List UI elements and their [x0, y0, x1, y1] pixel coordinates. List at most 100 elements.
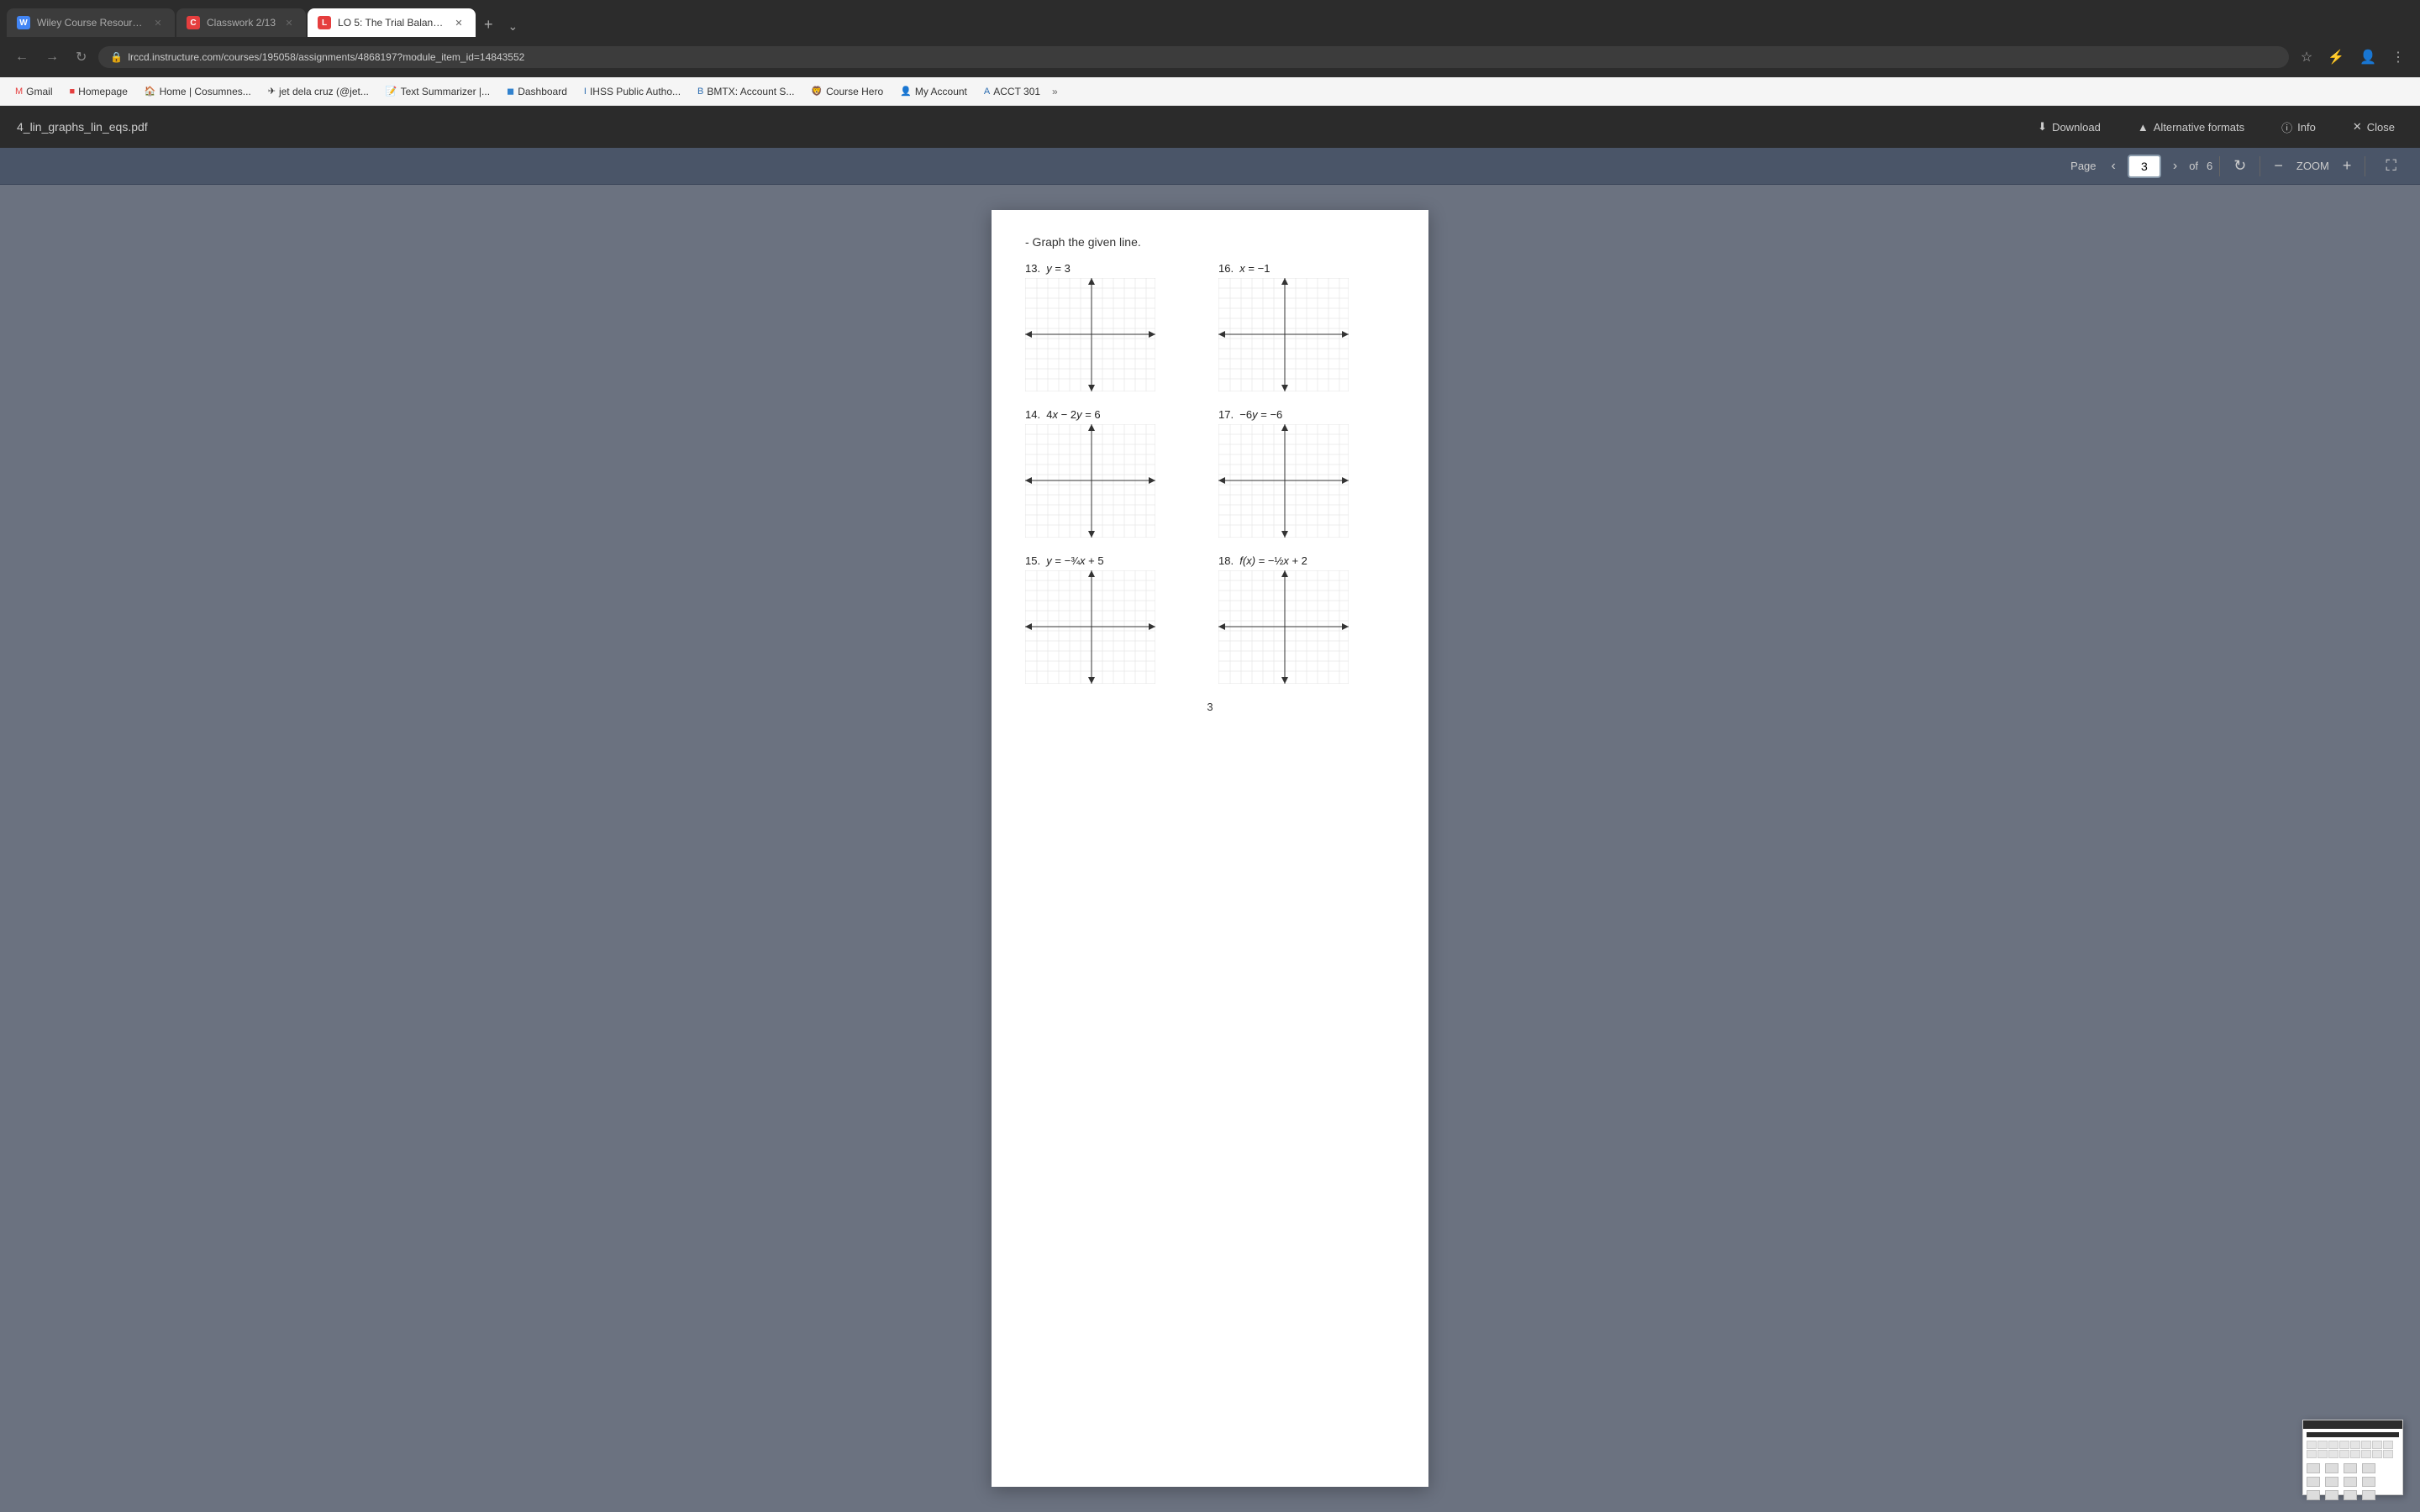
prev-page-button[interactable]: ‹ [2105, 155, 2123, 177]
rotate-button[interactable]: ↻ [2227, 154, 2253, 178]
page-label: Page [2070, 160, 2096, 172]
tab-close-classwork[interactable]: ✕ [282, 16, 296, 29]
thumbnail-body [2303, 1429, 2402, 1504]
pdf-thumbnail [2302, 1420, 2403, 1495]
graph-18 [1218, 570, 1349, 684]
close-button[interactable]: ✕ Close [2344, 115, 2403, 139]
bookmark-acct301[interactable]: A ACCT 301 [979, 84, 1045, 99]
problem-15-label: 15. y = −¾x + 5 [1025, 554, 1202, 567]
browser-actions: ☆ ⚡ 👤 ⋮ [2296, 45, 2410, 69]
bookmark-homepage[interactable]: ■ Homepage [65, 84, 133, 99]
jet-icon: ✈ [268, 86, 276, 97]
dashboard-icon: ◼ [507, 86, 514, 97]
profile-button[interactable]: 👤 [2354, 45, 2381, 69]
menu-button[interactable]: ⋮ [2386, 45, 2410, 69]
bookmark-gmail[interactable]: M Gmail [10, 84, 58, 99]
bookmark-gmail-label: Gmail [26, 86, 52, 97]
pdf-header-actions: ⬇ Download ▲ Alternative formats ⓘ Info … [2029, 114, 2403, 140]
acct301-icon: A [984, 87, 990, 97]
download-button[interactable]: ⬇ Download [2029, 115, 2109, 139]
tab-more-button[interactable]: ⌄ [502, 16, 525, 37]
tab-label-classwork: Classwork 2/13 [207, 17, 276, 29]
problem-17: 17. −6y = −6 [1218, 408, 1395, 538]
tab-wiley[interactable]: W Wiley Course Resources ✕ [7, 8, 175, 37]
bookmark-cosumnes[interactable]: 🏠 Home | Cosumnes... [139, 84, 256, 99]
summarizer-icon: 📝 [386, 86, 397, 97]
bookmark-ihss-label: IHSS Public Autho... [590, 86, 681, 97]
problem-18-label: 18. f(x) = −½x + 2 [1218, 554, 1395, 567]
tab-close-lo5[interactable]: ✕ [452, 16, 466, 29]
close-label: Close [2367, 121, 2395, 134]
alt-formats-label: Alternative formats [2154, 121, 2244, 134]
bookmark-myaccount[interactable]: 👤 My Account [895, 84, 972, 99]
bookmark-jet-label: jet dela cruz (@jet... [279, 86, 369, 97]
download-label: Download [2052, 121, 2101, 134]
reload-button[interactable]: ↻ [71, 45, 92, 69]
tab-favicon-lo5: L [318, 16, 331, 29]
tab-close-wiley[interactable]: ✕ [151, 16, 165, 29]
bookmark-cosumnes-label: Home | Cosumnes... [160, 86, 251, 97]
thumbnail-header [2303, 1420, 2402, 1429]
pdf-header: 4_lin_graphs_lin_eqs.pdf ⬇ Download ▲ Al… [0, 106, 2420, 148]
download-icon: ⬇ [2038, 120, 2047, 134]
bookmark-summarizer-label: Text Summarizer |... [401, 86, 490, 97]
close-icon: ✕ [2353, 120, 2362, 134]
info-icon: ⓘ [2281, 119, 2292, 135]
info-label: Info [2297, 121, 2316, 134]
page-number-input[interactable] [2128, 155, 2161, 178]
address-bar[interactable]: 🔒 lrccd.instructure.com/courses/195058/a… [98, 46, 2288, 68]
bookmark-ihss[interactable]: I IHSS Public Autho... [579, 84, 686, 99]
pdf-toolbar: Page ‹ › of 6 ↻ − ZOOM + ⛶ [0, 148, 2420, 185]
bookmarks-overflow[interactable]: » [1052, 86, 1058, 97]
bookmarks-bar: M Gmail ■ Homepage 🏠 Home | Cosumnes... … [0, 77, 2420, 106]
bookmark-coursehero-label: Course Hero [826, 86, 883, 97]
address-text: lrccd.instructure.com/courses/195058/ass… [128, 51, 524, 63]
zoom-in-button[interactable]: + [2336, 154, 2359, 178]
problems-grid: 13. y = 3 [1025, 262, 1395, 684]
bookmark-bmtx-label: BMTX: Account S... [707, 86, 794, 97]
problem-16: 16. x = −1 [1218, 262, 1395, 391]
problem-14-label: 14. 4x − 2y = 6 [1025, 408, 1202, 421]
bookmark-star-button[interactable]: ☆ [2296, 45, 2317, 69]
pdf-page: - Graph the given line. 13. y = 3 [992, 210, 1428, 1487]
forward-button[interactable]: → [40, 46, 64, 68]
bookmark-bmtx[interactable]: B BMTX: Account S... [692, 84, 799, 99]
bookmark-summarizer[interactable]: 📝 Text Summarizer |... [381, 84, 495, 99]
extensions-button[interactable]: ⚡ [2323, 45, 2349, 69]
next-page-button[interactable]: › [2166, 155, 2184, 177]
page-of-label: of [2189, 160, 2198, 172]
bookmark-coursehero[interactable]: 🦁 Course Hero [806, 84, 888, 99]
alternative-formats-button[interactable]: ▲ Alternative formats [2129, 116, 2253, 139]
graph-14 [1025, 424, 1155, 538]
bookmark-dashboard[interactable]: ◼ Dashboard [502, 84, 572, 99]
graph-16 [1218, 278, 1349, 391]
lock-icon: 🔒 [110, 51, 123, 63]
tab-label-wiley: Wiley Course Resources [37, 17, 145, 29]
toolbar-separator-1 [2219, 156, 2220, 176]
bookmark-myaccount-label: My Account [915, 86, 967, 97]
problem-18: 18. f(x) = −½x + 2 [1218, 554, 1395, 684]
browser-window: W Wiley Course Resources ✕ C Classwork 2… [0, 0, 2420, 1512]
problem-13: 13. y = 3 [1025, 262, 1202, 391]
page-number-display: 3 [1025, 701, 1395, 713]
bookmark-jet[interactable]: ✈ jet dela cruz (@jet... [263, 84, 374, 99]
zoom-controls: − ZOOM + [2267, 154, 2358, 178]
bookmark-homepage-label: Homepage [78, 86, 128, 97]
cosumnes-icon: 🏠 [145, 86, 156, 97]
bookmark-acct301-label: ACCT 301 [993, 86, 1040, 97]
tab-lo5[interactable]: L LO 5: The Trial Balance | Finan... ✕ [308, 8, 476, 37]
page-total: 6 [2207, 160, 2212, 172]
back-button[interactable]: ← [10, 46, 34, 68]
tab-classwork[interactable]: C Classwork 2/13 ✕ [176, 8, 306, 37]
new-tab-button[interactable]: + [477, 13, 500, 37]
info-button[interactable]: ⓘ Info [2273, 114, 2324, 140]
tab-favicon-wiley: W [17, 16, 30, 29]
fullscreen-button[interactable]: ⛶ [2379, 154, 2403, 178]
pdf-title: 4_lin_graphs_lin_eqs.pdf [17, 120, 2029, 134]
myaccount-icon: 👤 [900, 86, 912, 97]
bookmark-dashboard-label: Dashboard [518, 86, 567, 97]
pdf-content-area: - Graph the given line. 13. y = 3 [0, 185, 2420, 1512]
alt-formats-icon: ▲ [2138, 121, 2149, 134]
page-navigation: Page ‹ › of 6 [2070, 155, 2212, 178]
zoom-out-button[interactable]: − [2267, 154, 2290, 178]
